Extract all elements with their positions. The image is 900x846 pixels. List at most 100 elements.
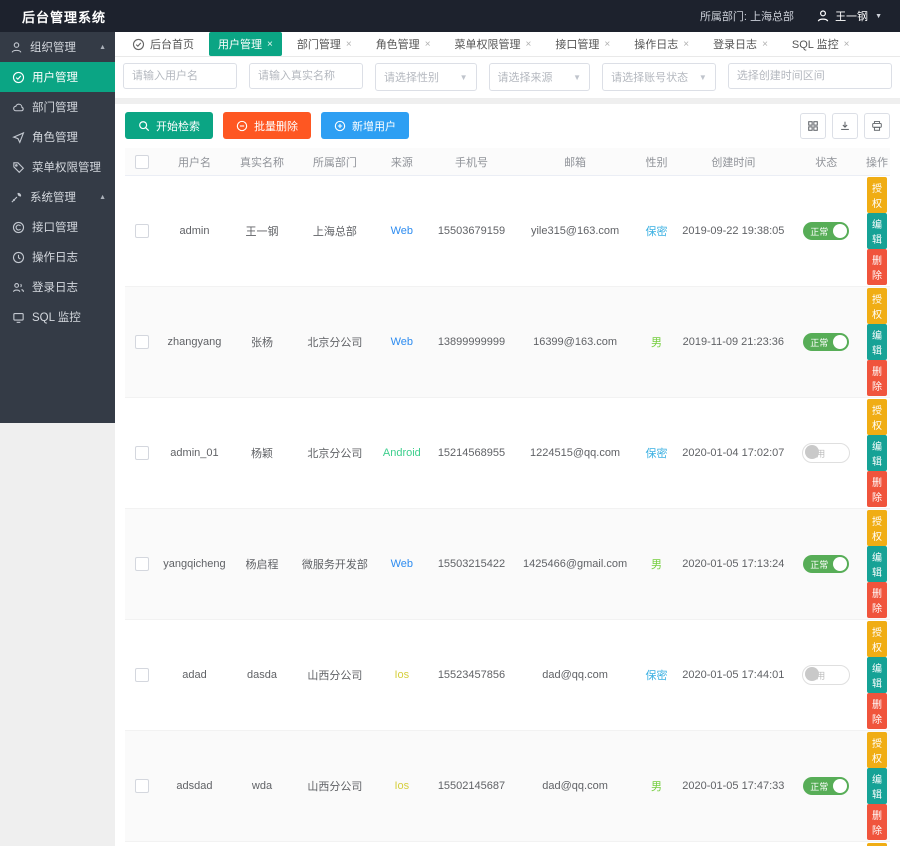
delete-button[interactable]: 删除 — [867, 471, 887, 507]
authorize-button[interactable]: 授权 — [867, 177, 887, 213]
cell-realname: wada — [230, 842, 293, 846]
edit-button[interactable]: 编辑 — [867, 768, 887, 804]
search-button[interactable]: 开始检索 — [125, 112, 213, 139]
tag-icon — [11, 161, 25, 174]
select-all-checkbox[interactable] — [135, 155, 149, 169]
row-checkbox[interactable] — [135, 446, 149, 460]
authorize-button[interactable]: 授权 — [867, 621, 887, 657]
cell-email: dad@qq.com — [515, 620, 635, 731]
username-input[interactable] — [123, 63, 237, 89]
close-icon[interactable]: × — [267, 39, 273, 50]
tab-user-management[interactable]: 用户管理 × — [209, 32, 282, 56]
delete-button[interactable]: 删除 — [867, 804, 887, 840]
delete-button[interactable]: 删除 — [867, 693, 887, 729]
cell-created: 2019-09-22 19:38:05 — [678, 176, 788, 287]
chevron-down-icon: ▼ — [460, 73, 468, 82]
cell-email: 1224515@qq.com — [515, 398, 635, 509]
edit-button[interactable]: 编辑 — [867, 213, 887, 249]
sidebar-group-label: 系统管理 — [30, 189, 76, 205]
tab-role-management[interactable]: 角色管理 × — [367, 32, 440, 56]
user-menu[interactable]: 王一钢 ▼ — [816, 8, 882, 24]
add-user-button[interactable]: 新增用户 — [321, 112, 409, 139]
edit-button[interactable]: 编辑 — [867, 435, 887, 471]
cell-phone: 15523457856 — [428, 620, 516, 731]
status-toggle[interactable]: 正常 — [803, 333, 849, 351]
close-icon[interactable]: × — [604, 39, 610, 50]
close-icon[interactable]: × — [762, 39, 768, 50]
delete-button[interactable]: 删除 — [867, 249, 887, 285]
edit-button[interactable]: 编辑 — [867, 324, 887, 360]
authorize-button[interactable]: 授权 — [867, 399, 887, 435]
cell-gender: 男 — [635, 509, 678, 620]
cell-source: Web — [376, 176, 428, 287]
cell-email: dad@qq.com — [515, 731, 635, 842]
cell-source: Web — [376, 287, 428, 398]
sidebar-item-role-management[interactable]: 角色管理 — [0, 122, 115, 152]
tab-menu-permission-management[interactable]: 菜单权限管理 × — [446, 32, 541, 56]
tab-label: 菜单权限管理 — [455, 36, 521, 52]
status-toggle[interactable]: 禁用 — [802, 665, 850, 685]
columns-toggle-button[interactable] — [800, 113, 826, 139]
sidebar-item-login-log[interactable]: 登录日志 — [0, 272, 115, 302]
authorize-button[interactable]: 授权 — [867, 288, 887, 324]
row-checkbox[interactable] — [135, 224, 149, 238]
row-checkbox[interactable] — [135, 779, 149, 793]
delete-button[interactable]: 删除 — [867, 360, 887, 396]
created-range-input[interactable] — [728, 63, 892, 89]
tab-label: 接口管理 — [555, 36, 599, 52]
gender-select[interactable]: 请选择性别 ▼ — [375, 63, 477, 91]
authorize-button[interactable]: 授权 — [867, 510, 887, 546]
row-checkbox[interactable] — [135, 335, 149, 349]
cell-gender: 男 — [635, 731, 678, 842]
sidebar-item-department-management[interactable]: 部门管理 — [0, 92, 115, 122]
select-placeholder: 请选择账号状态 — [611, 69, 688, 85]
close-icon[interactable]: × — [346, 39, 352, 50]
edit-button[interactable]: 编辑 — [867, 546, 887, 582]
tab-operation-log[interactable]: 操作日志 × — [625, 32, 698, 56]
status-toggle[interactable]: 禁用 — [802, 443, 850, 463]
tab-department-management[interactable]: 部门管理 × — [288, 32, 361, 56]
table-row: adaddasda山西分公司Ios15523457856dad@qq.com保密… — [125, 620, 890, 731]
status-toggle[interactable]: 正常 — [803, 777, 849, 795]
sidebar-item-label: 操作日志 — [32, 249, 78, 265]
tab-home[interactable]: 后台首页 — [123, 32, 203, 56]
sidebar-group-org[interactable]: 组织管理 ▲ — [0, 32, 115, 62]
authorize-button[interactable]: 授权 — [867, 843, 887, 846]
tab-sql-monitor[interactable]: SQL 监控 × — [783, 32, 859, 56]
sidebar-item-api-management[interactable]: 接口管理 — [0, 212, 115, 242]
sidebar-item-user-management[interactable]: 用户管理 — [0, 62, 115, 92]
copyright-circle-icon — [11, 221, 25, 234]
source-select[interactable]: 请选择来源 ▼ — [489, 63, 591, 91]
tab-login-log[interactable]: 登录日志 × — [704, 32, 777, 56]
batch-delete-button[interactable]: 批量删除 — [223, 112, 311, 139]
status-toggle[interactable]: 正常 — [803, 555, 849, 573]
close-icon[interactable]: × — [683, 39, 689, 50]
column-header: 操作 — [864, 148, 890, 176]
sidebar-group-system[interactable]: 系统管理 ▲ — [0, 182, 115, 212]
authorize-button[interactable]: 授权 — [867, 732, 887, 768]
button-label: 批量删除 — [254, 118, 298, 134]
tab-api-management[interactable]: 接口管理 × — [546, 32, 619, 56]
sidebar-item-menu-permission-management[interactable]: 菜单权限管理 — [0, 152, 115, 182]
sidebar-item-sql-monitor[interactable]: SQL 监控 — [0, 302, 115, 332]
filter-bar: 请选择性别 ▼ 请选择来源 ▼ 请选择账号状态 ▼ — [115, 57, 900, 99]
realname-input[interactable] — [249, 63, 363, 89]
print-button[interactable] — [864, 113, 890, 139]
row-checkbox[interactable] — [135, 668, 149, 682]
close-icon[interactable]: × — [425, 39, 431, 50]
delete-button[interactable]: 删除 — [867, 582, 887, 618]
account-status-select[interactable]: 请选择账号状态 ▼ — [602, 63, 716, 91]
close-icon[interactable]: × — [526, 39, 532, 50]
cell-created: 2020-01-05 17:44:01 — [678, 620, 788, 731]
edit-button[interactable]: 编辑 — [867, 657, 887, 693]
cell-phone: 15502145687 — [428, 731, 516, 842]
cell-realname: 杨颖 — [230, 398, 293, 509]
status-toggle[interactable]: 正常 — [803, 222, 849, 240]
table-row: admin王一钢上海总部Web15503679159yile315@163.co… — [125, 176, 890, 287]
export-button[interactable] — [832, 113, 858, 139]
close-icon[interactable]: × — [844, 39, 850, 50]
sidebar: 组织管理 ▲ 用户管理 部门管理 角色管理 菜单权限管理 系统管理 ▲ 接口管理 — [0, 32, 115, 423]
sidebar-item-operation-log[interactable]: 操作日志 — [0, 242, 115, 272]
cell-phone: 15502145698 — [428, 842, 516, 846]
row-checkbox[interactable] — [135, 557, 149, 571]
